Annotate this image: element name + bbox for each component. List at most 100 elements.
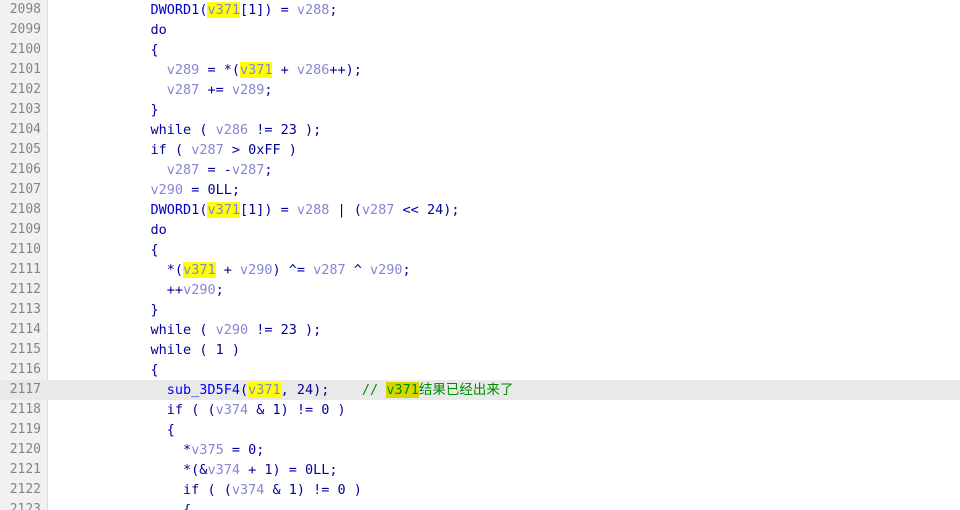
code-text[interactable]: } xyxy=(53,300,159,320)
code-text[interactable]: { xyxy=(53,40,159,60)
code-line[interactable]: 2120 *v375 = 0; xyxy=(0,440,960,460)
code-token: > xyxy=(223,142,249,158)
code-token: ( xyxy=(191,122,216,138)
code-text[interactable]: do xyxy=(53,220,167,240)
code-text[interactable]: *v375 = 0; xyxy=(53,440,264,460)
variable-token: v289 xyxy=(166,62,200,78)
line-number: 2121 xyxy=(9,462,41,477)
code-token: { xyxy=(166,422,175,438)
code-token: = xyxy=(223,442,249,458)
code-line[interactable]: 2111 *(v371 + v290) ^= v287 ^ v290; xyxy=(0,260,960,280)
code-text[interactable]: DWORD1(v371[1]) = v288 | (v287 << 24); xyxy=(53,200,459,220)
code-token: ); xyxy=(443,202,460,218)
code-line[interactable]: 2099 do xyxy=(0,20,960,40)
code-text[interactable]: { xyxy=(53,420,175,440)
code-text[interactable]: v289 = *(v371 + v286++); xyxy=(53,60,362,80)
code-line[interactable]: 2113 } xyxy=(0,300,960,320)
highlighted-token[interactable]: v371 xyxy=(248,382,281,398)
code-line[interactable]: 2101 v289 = *(v371 + v286++); xyxy=(0,60,960,80)
code-token: { xyxy=(150,242,159,258)
highlighted-token[interactable]: v371 xyxy=(183,262,216,278)
code-text[interactable]: sub_3D5F4(v371, 24); // v371结果已经出来了 xyxy=(53,380,513,400)
code-line[interactable]: 2119 { xyxy=(0,420,960,440)
line-number: 2108 xyxy=(9,202,41,217)
code-text[interactable]: v287 += v289; xyxy=(53,80,273,100)
code-text[interactable]: *(v371 + v290) ^= v287 ^ v290; xyxy=(53,260,411,280)
code-line[interactable]: 2109 do xyxy=(0,220,960,240)
code-line[interactable]: 2105 if ( v287 > 0xFF ) xyxy=(0,140,960,160)
code-text[interactable]: ++v290; xyxy=(53,280,224,300)
code-line[interactable]: 2107 v290 = 0LL; xyxy=(0,180,960,200)
highlighted-token[interactable]: v371 xyxy=(207,202,240,218)
code-line-list[interactable]: 2098 DWORD1(v371[1]) = v288; 2099 do 2100 … xyxy=(0,0,960,510)
code-line[interactable]: 2100 { xyxy=(0,40,960,60)
code-text[interactable]: } xyxy=(53,100,159,120)
code-line[interactable]: 2106 v287 = -v287; xyxy=(0,160,960,180)
code-token: [1]) = xyxy=(239,202,297,218)
code-text[interactable]: do xyxy=(53,20,167,40)
code-line[interactable]: 2112 ++v290; xyxy=(0,280,960,300)
code-line[interactable]: 2108 DWORD1(v371[1]) = v288 | (v287 << 2… xyxy=(0,200,960,220)
code-token: 0 xyxy=(248,442,257,458)
code-line[interactable]: 2121 *(&v374 + 1) = 0LL; xyxy=(0,460,960,480)
code-text[interactable]: while ( v286 != 23 ); xyxy=(53,120,322,140)
variable-token: v287 xyxy=(191,142,224,158)
code-line[interactable]: 2115 while ( 1 ) xyxy=(0,340,960,360)
line-number: 2098 xyxy=(9,2,41,17)
code-line[interactable]: 2118 if ( (v374 & 1) != 0 ) xyxy=(0,400,960,420)
code-text[interactable]: { xyxy=(53,500,191,510)
code-line[interactable]: 2114 while ( v290 != 23 ); xyxy=(0,320,960,340)
highlighted-token[interactable]: v371 xyxy=(239,62,273,78)
highlighted-token[interactable]: v371 xyxy=(386,382,419,398)
code-line[interactable]: 2103 } xyxy=(0,100,960,120)
code-line[interactable]: 2098 DWORD1(v371[1]) = v288; xyxy=(0,0,960,20)
code-text[interactable]: if ( v287 > 0xFF ) xyxy=(53,140,297,160)
code-token: ; xyxy=(402,262,411,278)
code-token: while xyxy=(150,342,192,358)
code-line[interactable]: 2102 v287 += v289; xyxy=(0,80,960,100)
code-text[interactable]: v290 = 0LL; xyxy=(53,180,240,200)
code-token: + xyxy=(272,62,297,78)
line-number: 2115 xyxy=(9,342,41,357)
code-text[interactable]: { xyxy=(53,360,159,380)
code-line-current[interactable]: 2117 sub_3D5F4(v371, 24); // v371结果已经出来了 xyxy=(0,380,960,400)
code-token: 1 xyxy=(272,402,281,418)
code-token: != xyxy=(248,322,281,338)
code-text[interactable]: while ( 1 ) xyxy=(53,340,240,360)
code-line[interactable]: 2104 while ( v286 != 23 ); xyxy=(0,120,960,140)
line-number: 2113 xyxy=(9,302,41,317)
line-number: 2109 xyxy=(9,222,41,237)
code-text[interactable]: while ( v290 != 23 ); xyxy=(53,320,322,340)
highlighted-token[interactable]: v371 xyxy=(207,2,240,18)
code-token: 23 xyxy=(280,122,297,138)
code-token: ( ( xyxy=(183,402,216,418)
code-text[interactable]: if ( (v374 & 1) != 0 ) xyxy=(53,480,362,500)
code-token: ); xyxy=(296,122,322,138)
code-text[interactable]: { xyxy=(53,240,159,260)
code-line[interactable]: 2110 { xyxy=(0,240,960,260)
code-text[interactable]: *(&v374 + 1) = 0LL; xyxy=(53,460,337,480)
code-line[interactable]: 2116 { xyxy=(0,360,960,380)
variable-token: v290 xyxy=(215,322,249,338)
code-text[interactable]: v287 = -v287; xyxy=(53,160,273,180)
line-number: 2104 xyxy=(9,122,41,137)
code-line[interactable]: 2122 if ( (v374 & 1) != 0 ) xyxy=(0,480,960,500)
code-text[interactable]: if ( (v374 & 1) != 0 ) xyxy=(53,400,346,420)
code-token: += xyxy=(199,82,232,98)
line-number: 2114 xyxy=(9,322,41,337)
code-token: 23 xyxy=(280,322,297,338)
variable-token: v287 xyxy=(166,162,200,178)
code-text[interactable]: DWORD1(v371[1]) = v288; xyxy=(53,0,338,20)
code-token: ) xyxy=(223,342,240,358)
code-line[interactable]: 2123 { xyxy=(0,500,960,510)
code-token: ( xyxy=(191,342,216,358)
pseudocode-editor[interactable]: 2098 DWORD1(v371[1]) = v288; 2099 do 2100 … xyxy=(0,0,960,510)
